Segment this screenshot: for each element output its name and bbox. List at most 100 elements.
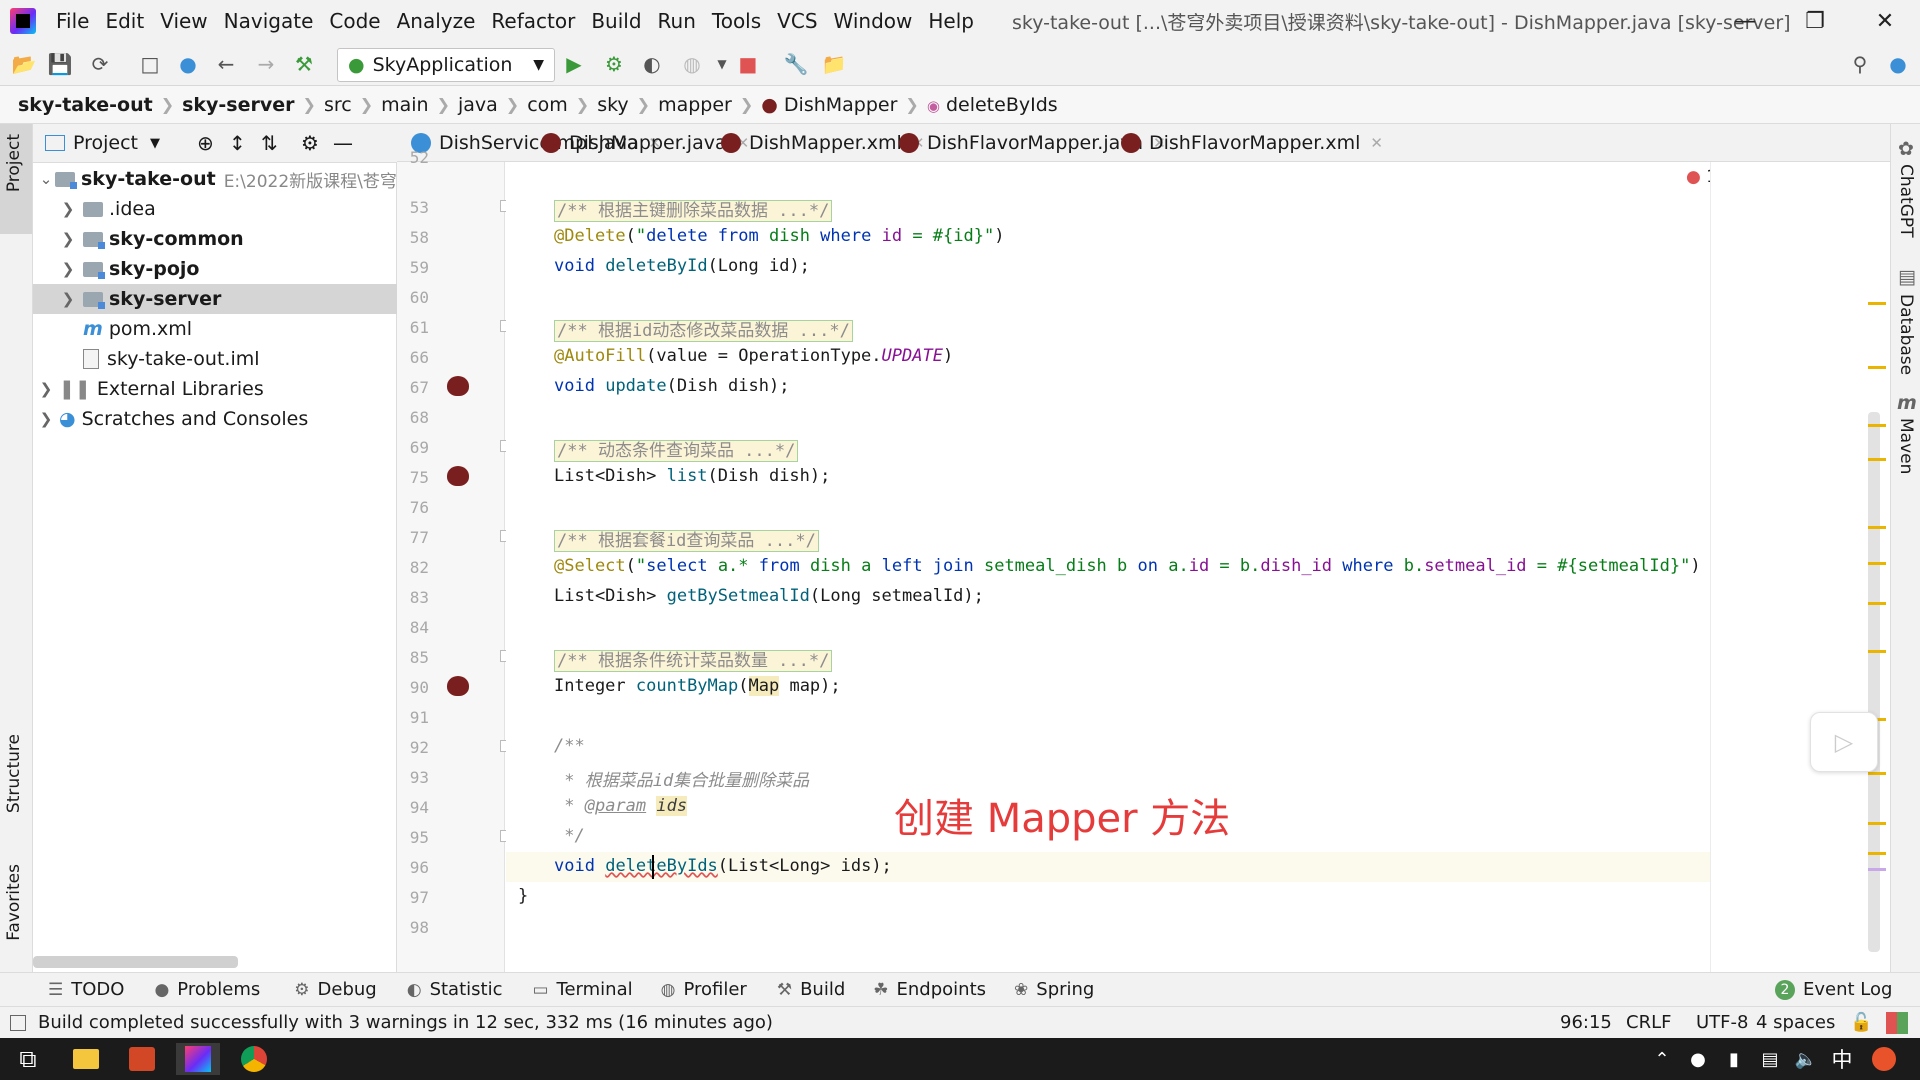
intellij-taskbar-icon[interactable] bbox=[176, 1043, 220, 1075]
menu-run[interactable]: Run bbox=[650, 9, 704, 33]
caret-position[interactable]: 96:15 bbox=[1560, 1012, 1612, 1033]
locate-target-icon[interactable]: ⊕ bbox=[197, 131, 214, 155]
class-icon[interactable]: ● bbox=[176, 52, 200, 76]
horizontal-scrollbar[interactable] bbox=[33, 956, 238, 968]
warning-marker[interactable] bbox=[1868, 526, 1886, 529]
breadcrumb-item[interactable]: mapper bbox=[658, 94, 732, 116]
status-message[interactable]: Build completed successfully with 3 warn… bbox=[38, 1012, 773, 1033]
folded-comment[interactable]: /** 根据id动态修改菜品数据 ...*/ bbox=[554, 320, 853, 342]
warning-marker[interactable] bbox=[1868, 602, 1886, 605]
debug-icon[interactable]: ⚙ bbox=[602, 52, 626, 76]
file-encoding[interactable]: UTF-8 bbox=[1696, 1012, 1748, 1033]
play-overlay-icon[interactable]: ▷ bbox=[1810, 712, 1878, 772]
chevron-right-icon[interactable]: ❯ bbox=[37, 410, 55, 428]
breadcrumb-item[interactable]: sky-take-out bbox=[18, 94, 153, 116]
windows-start-icon[interactable]: ⧉ bbox=[6, 1043, 50, 1075]
search-icon[interactable]: ⚲ bbox=[1848, 52, 1872, 76]
back-arrow-icon[interactable]: ← bbox=[214, 52, 238, 76]
folded-comment[interactable]: /** 动态条件查询菜品 ...*/ bbox=[554, 440, 799, 462]
restore-button[interactable]: ❐ bbox=[1780, 0, 1850, 42]
folded-comment[interactable]: /** 根据条件统计菜品数量 ...*/ bbox=[554, 650, 833, 672]
tree-item-idea[interactable]: ❯ .idea bbox=[33, 194, 423, 224]
breadcrumb-item[interactable]: sky bbox=[597, 94, 628, 116]
warning-marker[interactable] bbox=[1868, 424, 1886, 427]
tab-favorites[interactable]: Favorites bbox=[4, 864, 24, 941]
coverage-icon[interactable]: ◐ bbox=[640, 52, 664, 76]
chrome-icon[interactable] bbox=[232, 1043, 276, 1075]
stop-icon[interactable]: ■ bbox=[736, 52, 760, 76]
sogou-ime-icon[interactable] bbox=[1862, 1043, 1906, 1075]
chevron-down-icon[interactable]: ▼ bbox=[150, 136, 160, 151]
tab-dishflavormapper-xml[interactable]: DishFlavorMapper.xml ✕ bbox=[1121, 124, 1383, 162]
breadcrumb-item[interactable]: ● DishMapper bbox=[761, 94, 897, 116]
tool-problems[interactable]: ● Problems bbox=[154, 979, 260, 1000]
mybatis-bird-icon[interactable] bbox=[447, 676, 469, 696]
lock-icon[interactable]: 🔓 bbox=[1850, 1012, 1872, 1033]
menu-help[interactable]: Help bbox=[920, 9, 982, 33]
tool-todo[interactable]: ☰ TODO bbox=[48, 979, 124, 1000]
tree-item-sky-take-out[interactable]: ⌄ sky-take-out E:\2022新版课程\苍穹 bbox=[33, 164, 401, 194]
tree-item-scratches[interactable]: ❯ ◕ Scratches and Consoles bbox=[33, 404, 401, 434]
tree-item-pom-xml[interactable]: m pom.xml bbox=[33, 314, 447, 344]
plugin-icon[interactable]: ● bbox=[1886, 52, 1910, 76]
run-configuration-select[interactable]: ● SkyApplication ▼ bbox=[337, 48, 555, 82]
tool-statistic[interactable]: ◐ Statistic bbox=[407, 979, 503, 1000]
expand-all-icon[interactable]: ↕ bbox=[229, 131, 246, 155]
warning-marker[interactable] bbox=[1868, 562, 1886, 565]
file-explorer-icon[interactable] bbox=[64, 1043, 108, 1075]
chevron-down-icon[interactable]: ⌄ bbox=[37, 170, 55, 188]
save-all-icon[interactable]: 💾 bbox=[48, 52, 73, 76]
tool-build[interactable]: ⚒ Build bbox=[777, 979, 845, 1000]
build-hammer-icon[interactable]: ⚒ bbox=[292, 52, 316, 76]
breadcrumb-item[interactable]: java bbox=[458, 94, 498, 116]
warning-marker[interactable] bbox=[1868, 650, 1886, 653]
code-editor[interactable]: /** 根据主键删除菜品数据 ...*/ @Delete("delete fro… bbox=[506, 162, 1864, 972]
chevron-right-icon[interactable]: ❯ bbox=[59, 290, 77, 308]
menu-tools[interactable]: Tools bbox=[704, 9, 769, 33]
tab-chatgpt[interactable]: ChatGPT bbox=[1896, 164, 1916, 238]
tool-endpoints[interactable]: ☘ Endpoints bbox=[873, 979, 986, 1000]
menu-navigate[interactable]: Navigate bbox=[216, 9, 322, 33]
line-separator[interactable]: CRLF bbox=[1626, 1012, 1671, 1033]
tool-terminal[interactable]: ▭ Terminal bbox=[532, 979, 632, 1000]
gear-icon[interactable]: ⚙ bbox=[301, 131, 319, 155]
breadcrumb-item[interactable]: src bbox=[324, 94, 352, 116]
sync-icon[interactable]: ⟳ bbox=[88, 52, 112, 76]
tab-dishmapper-xml[interactable]: DishMapper.xml✕ bbox=[721, 124, 924, 162]
chevron-right-icon[interactable]: ❯ bbox=[37, 380, 55, 398]
tree-item-sky-pojo[interactable]: ❯ sky-pojo bbox=[33, 254, 423, 284]
project-view-select[interactable]: Project bbox=[73, 132, 138, 154]
intellij-logo-icon[interactable] bbox=[10, 8, 36, 34]
close-window-button[interactable]: ✕ bbox=[1850, 0, 1920, 42]
menu-file[interactable]: File bbox=[48, 9, 97, 33]
tree-item-sky-common[interactable]: ❯ sky-common bbox=[33, 224, 423, 254]
menu-build[interactable]: Build bbox=[583, 9, 649, 33]
run-icon[interactable]: ▶ bbox=[562, 52, 586, 76]
indent-setting[interactable]: 4 spaces bbox=[1756, 1012, 1835, 1033]
menu-vcs[interactable]: VCS bbox=[769, 9, 825, 33]
chevron-right-icon[interactable]: ❯ bbox=[59, 260, 77, 278]
forward-arrow-icon[interactable]: → bbox=[254, 52, 278, 76]
tool-spring[interactable]: ❀ Spring bbox=[1014, 979, 1094, 1000]
tab-maven[interactable]: Maven bbox=[1896, 418, 1916, 474]
warning-marker[interactable] bbox=[1868, 302, 1886, 305]
typo-marker[interactable] bbox=[1868, 868, 1886, 871]
collapse-all-icon[interactable]: ⇅ bbox=[261, 131, 278, 155]
warning-marker[interactable] bbox=[1868, 366, 1886, 369]
project-structure-folder-icon[interactable]: 📁 bbox=[822, 52, 847, 76]
tab-project[interactable]: Project bbox=[4, 134, 24, 192]
close-icon[interactable]: ✕ bbox=[1370, 134, 1383, 152]
project-structure-icon[interactable]: □ bbox=[138, 52, 162, 76]
warning-marker[interactable] bbox=[1868, 458, 1886, 461]
breadcrumb-item[interactable]: sky-server bbox=[182, 94, 294, 116]
folded-comment[interactable]: /** 根据主键删除菜品数据 ...*/ bbox=[554, 200, 833, 222]
breadcrumb-item[interactable]: ◉ deleteByIds bbox=[927, 94, 1058, 116]
ime-indicator[interactable]: 中 bbox=[1820, 1043, 1864, 1075]
more-chevron-icon[interactable]: ▼ bbox=[710, 52, 734, 76]
tool-event-log[interactable]: 2 Event Log bbox=[1775, 979, 1892, 1000]
breadcrumb-item[interactable]: main bbox=[381, 94, 428, 116]
breadcrumb-item[interactable]: com bbox=[527, 94, 568, 116]
open-folder-icon[interactable]: 📂 bbox=[12, 52, 37, 76]
tab-structure[interactable]: Structure bbox=[4, 734, 24, 813]
tab-database[interactable]: Database bbox=[1896, 294, 1916, 375]
